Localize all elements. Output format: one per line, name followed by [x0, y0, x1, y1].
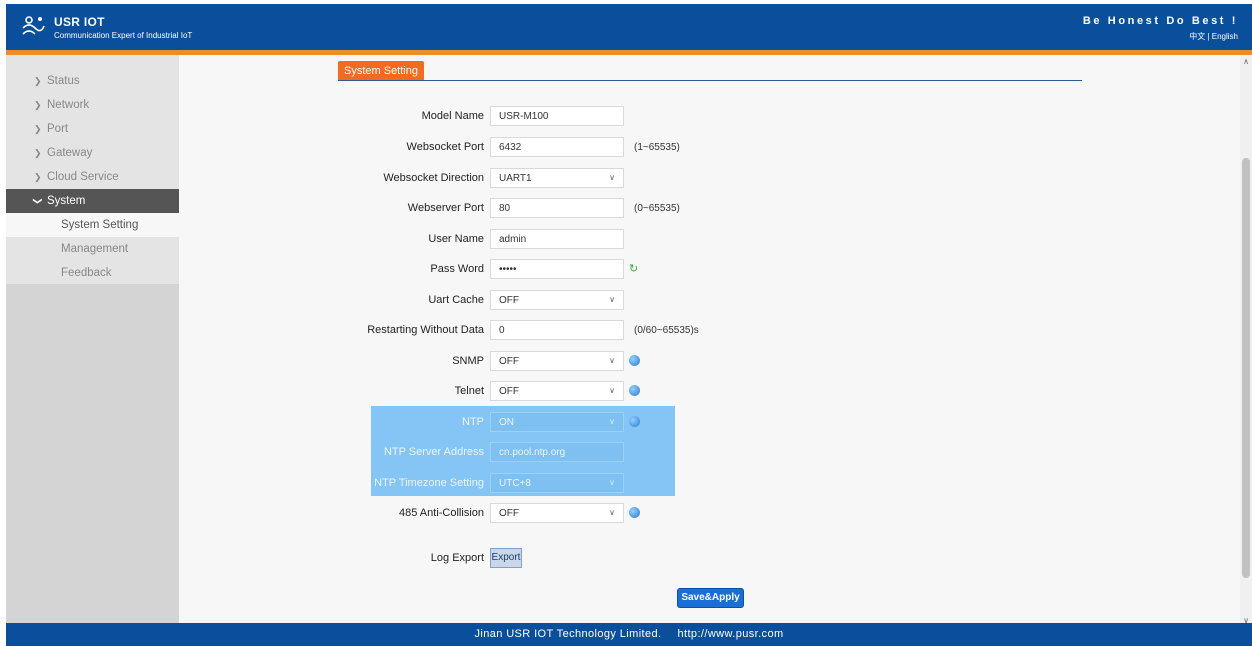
row-telnet: Telnet OFF — [179, 381, 1240, 403]
info-icon[interactable] — [629, 355, 640, 366]
anti-collision-label: 485 Anti-Collision — [399, 507, 484, 519]
brand-tagline: Communication Expert of Industrial IoT — [54, 31, 193, 40]
row-ntp-server: NTP Server Address cn.pool.ntp.org — [179, 442, 1240, 464]
header-motto: Be Honest Do Best ! — [1082, 15, 1238, 27]
row-log-export: Log Export Export — [179, 548, 1240, 570]
chevron-right-icon: ❯ — [34, 100, 42, 110]
row-websocket-direction: Websocket Direction UART1 — [179, 168, 1240, 190]
ntp-server-label: NTP Server Address — [383, 446, 484, 458]
websocket-port-range: (1~65535) — [634, 142, 680, 153]
restarting-label: Restarting Without Data — [367, 324, 484, 336]
chevron-down-icon: ❯ — [32, 197, 43, 205]
tab-underline — [338, 80, 1082, 81]
chevron-right-icon: ❯ — [34, 76, 42, 86]
sidebar-item-cloud-service[interactable]: ❯ Cloud Service — [6, 165, 179, 189]
telnet-select[interactable]: OFF — [490, 381, 624, 401]
chevron-right-icon: ❯ — [34, 124, 42, 134]
chevron-right-icon: ❯ — [34, 148, 42, 158]
sidebar-item-network[interactable]: ❯ Network — [6, 93, 179, 117]
websocket-port-label: Websocket Port — [406, 141, 484, 153]
export-button[interactable]: Export — [490, 548, 522, 568]
model-name-label: Model Name — [421, 110, 484, 122]
user-name-label: User Name — [428, 233, 484, 245]
lang-english-link[interactable]: English — [1212, 32, 1238, 41]
snmp-select[interactable]: OFF — [490, 351, 624, 371]
model-name-input[interactable]: USR-M100 — [490, 106, 624, 126]
sidebar-item-port[interactable]: ❯ Port — [6, 117, 179, 141]
restarting-input[interactable]: 0 — [490, 320, 624, 340]
vertical-scrollbar[interactable]: ∧ ∨ — [1240, 55, 1252, 627]
info-icon[interactable] — [629, 507, 640, 518]
ntp-timezone-select[interactable]: UTC+8 — [490, 473, 624, 493]
sidebar-item-label: Cloud Service — [47, 171, 119, 183]
anti-collision-select[interactable]: OFF — [490, 503, 624, 523]
sidebar-item-label: System — [47, 195, 86, 207]
sidebar-subitem-system-setting[interactable]: System Setting — [6, 213, 179, 237]
password-label: Pass Word — [430, 263, 484, 275]
sidebar-filler — [6, 284, 179, 627]
row-user-name: User Name admin — [179, 229, 1240, 251]
tab-system-setting[interactable]: System Setting — [338, 61, 424, 81]
row-snmp: SNMP OFF — [179, 351, 1240, 373]
lang-chinese-link[interactable]: 中文 — [1189, 32, 1205, 41]
restarting-range: (0/60~65535)s — [634, 325, 699, 336]
sidebar-item-system[interactable]: ❯ System — [6, 189, 179, 213]
usr-logo-icon — [22, 16, 45, 35]
app-window: USR IOT Communication Expert of Industri… — [6, 4, 1252, 646]
sidebar: ❯ Status ❯ Network ❯ Port ❯ Gateway ❯ Cloud S… — [6, 55, 179, 627]
row-webserver-port: Webserver Port 80 (0~65535) — [179, 198, 1240, 220]
row-restarting-without-data: Restarting Without Data 0 (0/60~65535)s — [179, 320, 1240, 342]
sidebar-item-gateway[interactable]: ❯ Gateway — [6, 141, 179, 165]
footer-company: Jinan USR IOT Technology Limited. — [474, 628, 662, 640]
language-switcher: 中文 | English — [1189, 31, 1238, 42]
sidebar-item-status[interactable]: ❯ Status — [6, 69, 179, 93]
row-model-name: Model Name USR-M100 — [179, 106, 1240, 128]
row-ntp: NTP ON — [179, 412, 1240, 434]
webserver-port-input[interactable]: 80 — [490, 198, 624, 218]
brand-name: USR IOT — [54, 15, 105, 29]
info-icon[interactable] — [629, 385, 640, 396]
sidebar-item-label: Gateway — [47, 147, 93, 159]
websocket-port-input[interactable]: 6432 — [490, 137, 624, 157]
sidebar-item-label: Network — [47, 99, 90, 111]
log-export-label: Log Export — [430, 552, 484, 564]
refresh-icon[interactable]: ↻ — [629, 262, 638, 275]
user-name-input[interactable]: admin — [490, 229, 624, 249]
row-websocket-port: Websocket Port 6432 (1~65535) — [179, 137, 1240, 159]
row-ntp-timezone: NTP Timezone Setting UTC+8 — [179, 473, 1240, 495]
row-uart-cache: Uart Cache OFF — [179, 290, 1240, 312]
websocket-direction-label: Websocket Direction — [383, 172, 484, 184]
row-485-anti-collision: 485 Anti-Collision OFF — [179, 503, 1240, 525]
footer-url-link[interactable]: http://www.pusr.com — [678, 628, 784, 640]
ntp-select[interactable]: ON — [490, 412, 624, 432]
webserver-port-label: Webserver Port — [407, 202, 484, 214]
row-password: Pass Word ••••• ↻ — [179, 259, 1240, 281]
footer: Jinan USR IOT Technology Limited. http://… — [6, 623, 1252, 646]
uart-cache-select[interactable]: OFF — [490, 290, 624, 310]
uart-cache-label: Uart Cache — [428, 294, 484, 306]
main-panel: System Setting Model Name USR-M100 Webso… — [179, 55, 1240, 627]
sidebar-subitem-feedback[interactable]: Feedback — [6, 261, 179, 285]
telnet-label: Telnet — [454, 385, 484, 397]
header: USR IOT Communication Expert of Industri… — [6, 4, 1252, 50]
sidebar-item-label: Status — [47, 75, 80, 87]
ntp-server-input[interactable]: cn.pool.ntp.org — [490, 442, 624, 462]
save-apply-button[interactable]: Save&Apply — [677, 588, 744, 608]
ntp-label: NTP — [462, 416, 484, 428]
websocket-direction-select[interactable]: UART1 — [490, 168, 624, 188]
info-icon[interactable] — [629, 416, 640, 427]
sidebar-item-label: Port — [47, 123, 69, 135]
scroll-thumb[interactable] — [1242, 158, 1250, 578]
password-input[interactable]: ••••• — [490, 259, 624, 279]
snmp-label: SNMP — [452, 355, 484, 367]
chevron-right-icon: ❯ — [34, 172, 42, 182]
webserver-port-range: (0~65535) — [634, 203, 680, 214]
scroll-up-icon[interactable]: ∧ — [1240, 57, 1252, 66]
ntp-timezone-label: NTP Timezone Setting — [374, 477, 484, 489]
sidebar-subitem-management[interactable]: Management — [6, 237, 179, 261]
